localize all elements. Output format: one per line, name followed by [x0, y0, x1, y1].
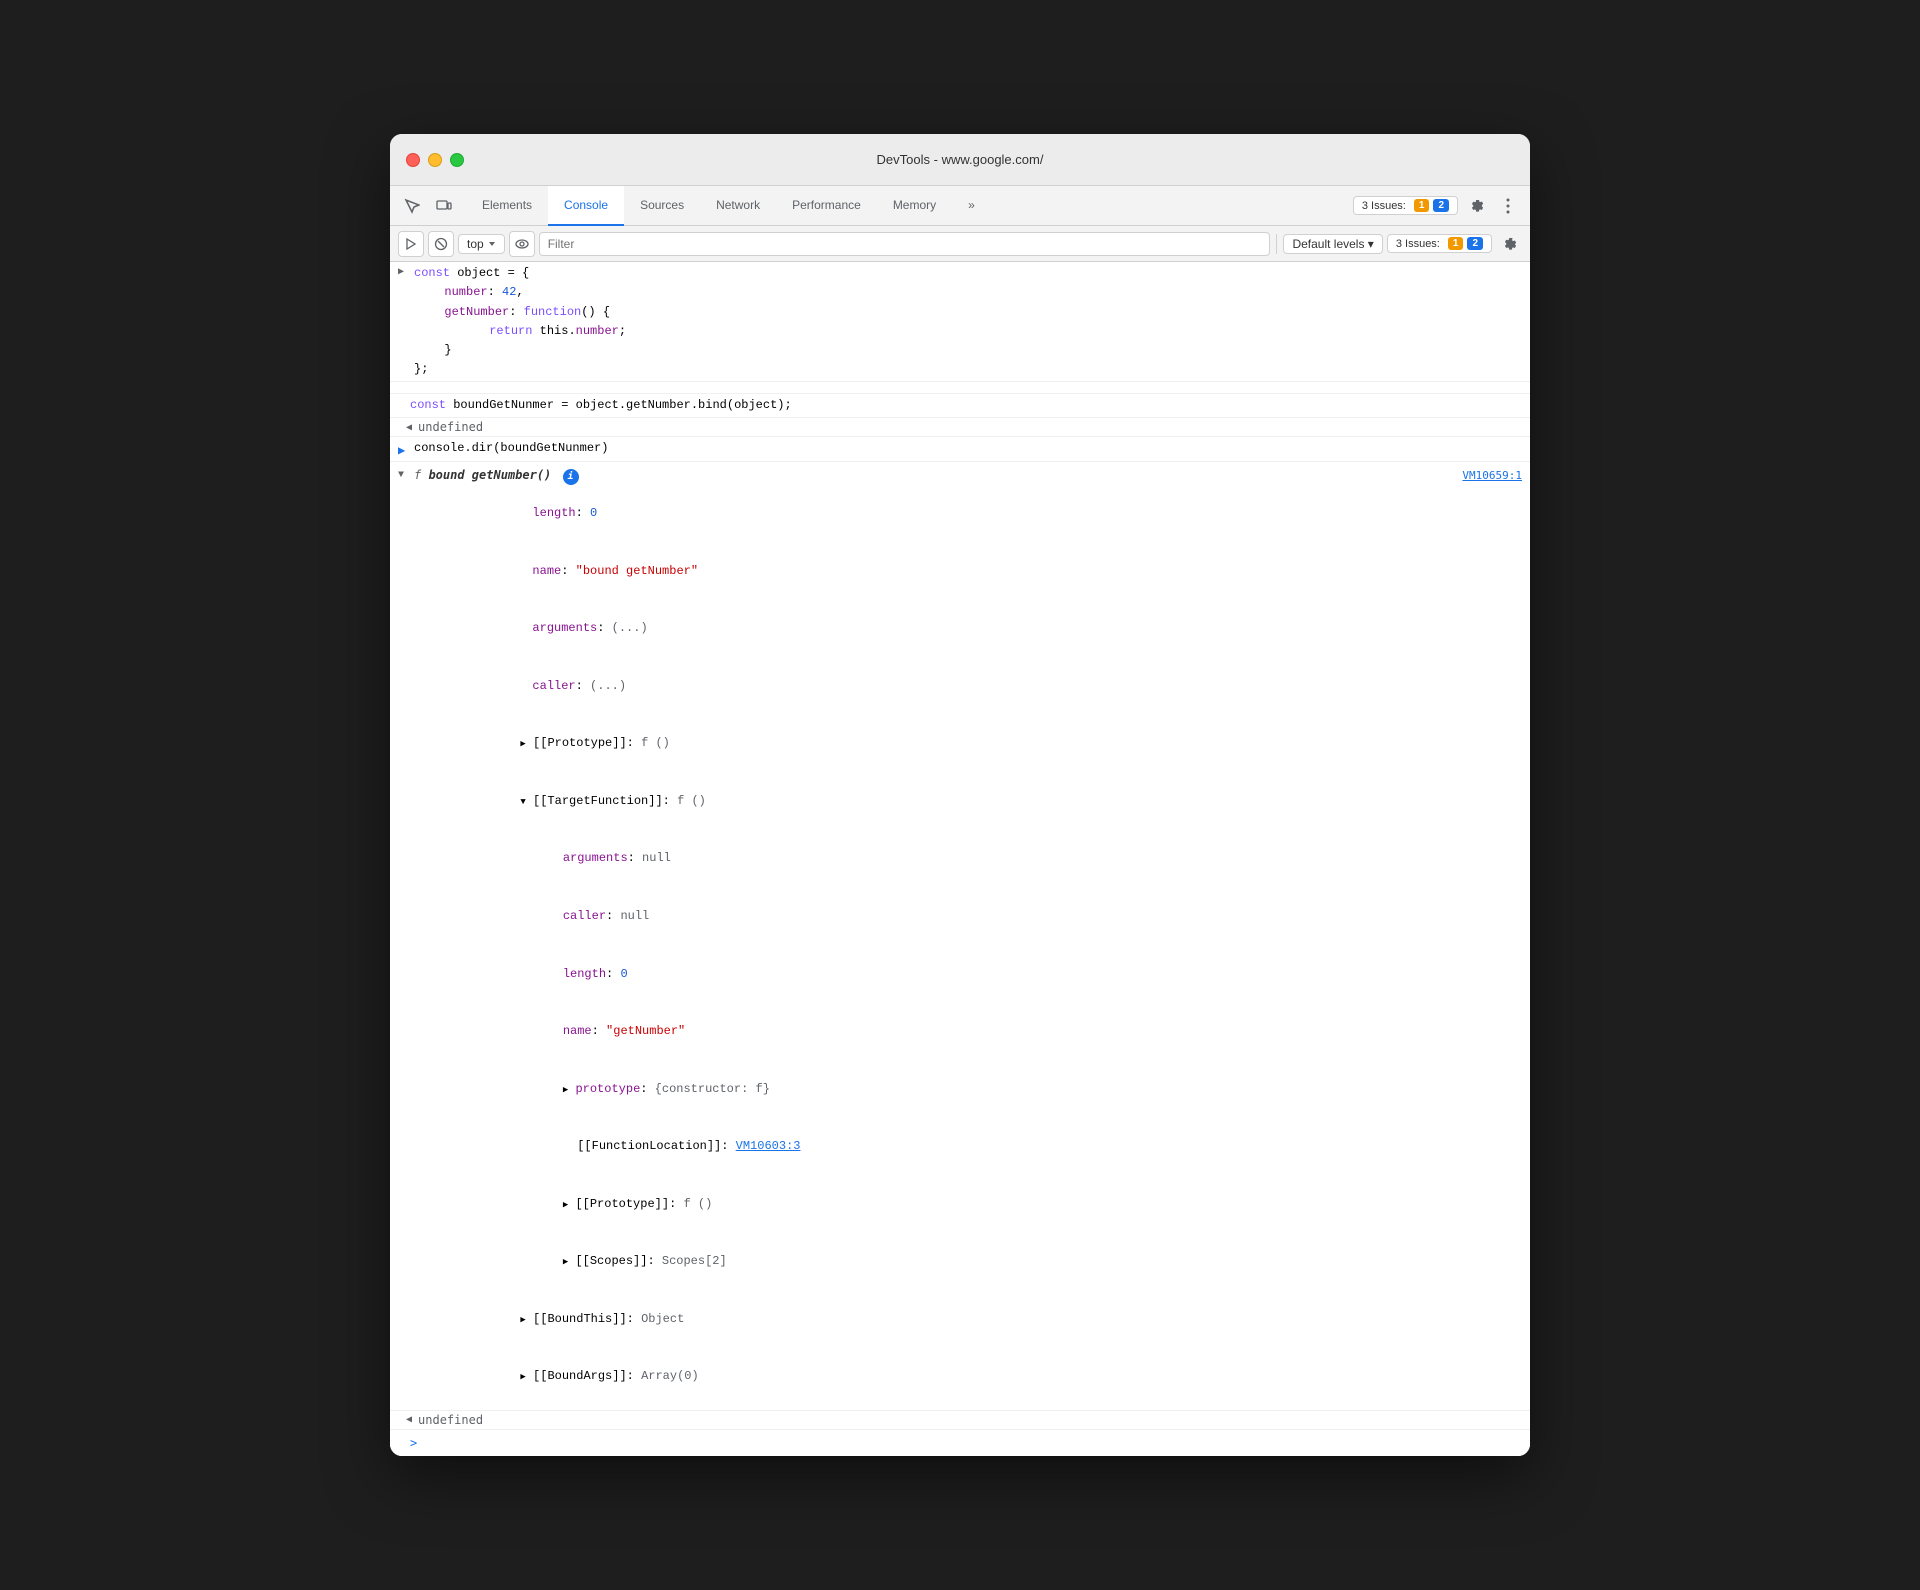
undefined-line-1: ◀ undefined — [390, 418, 1530, 437]
tf-length: length: 0 — [462, 945, 800, 1003]
tabs-right: 3 Issues: 1 2 — [1353, 192, 1522, 220]
log-levels-button[interactable]: Default levels ▾ — [1283, 234, 1382, 254]
tf-scopes[interactable]: ▶ [[Scopes]]: Scopes[2] — [462, 1233, 800, 1291]
console-entry-object: ▶ const object = { number: 42, getNumber… — [390, 262, 1530, 382]
console-output: ▶ const object = { number: 42, getNumber… — [390, 262, 1530, 1456]
prop-bound-this[interactable]: ▶ [[BoundThis]]: Object — [430, 1291, 800, 1349]
execute-script-icon[interactable] — [398, 231, 424, 257]
expand-arrow[interactable]: ▶ — [398, 265, 404, 281]
prop-targetfunction-expanded[interactable]: ▼ [[TargetFunction]]: f () — [430, 773, 800, 831]
window-title: DevTools - www.google.com/ — [877, 152, 1044, 167]
undefined-line-2: ◀ undefined — [390, 1411, 1530, 1430]
prop-prototype-collapsed[interactable]: ▶ [[Prototype]]: f () — [430, 715, 800, 773]
console-entry-dir: ▶ console.dir(boundGetNunmer) — [390, 437, 1530, 461]
tab-icons — [398, 192, 458, 220]
tf-inner-prototype[interactable]: ▶ [[Prototype]]: f () — [462, 1176, 800, 1234]
console-settings-icon[interactable] — [1496, 231, 1522, 257]
object-properties: length: 0 name: "bound getNumber" argume… — [414, 485, 800, 1406]
maximize-button[interactable] — [450, 153, 464, 167]
close-button[interactable] — [406, 153, 420, 167]
collapse-arrow[interactable]: ▼ — [398, 468, 404, 484]
object-header-row: ▼ f bound getNumber() i VM10659:1 — [414, 466, 1522, 485]
settings-icon[interactable] — [1462, 192, 1490, 220]
tf-name: name: "getNumber" — [462, 1003, 800, 1061]
more-options-icon[interactable] — [1494, 192, 1522, 220]
console-entry-object-expanded: ▼ f bound getNumber() i VM10659:1 length… — [390, 462, 1530, 1411]
tab-performance[interactable]: Performance — [776, 186, 877, 226]
target-function-props: arguments: null caller: null length: 0 n… — [430, 830, 800, 1291]
prop-caller: caller: (...) — [430, 658, 800, 716]
tf-prototype[interactable]: ▶ prototype: {constructor: f} — [462, 1060, 800, 1118]
entry-content: const object = { number: 42, getNumber: … — [414, 264, 1522, 379]
device-toggle-icon[interactable] — [430, 192, 458, 220]
prop-bound-args[interactable]: ▶ [[BoundArgs]]: Array(0) — [430, 1348, 800, 1406]
prop-name: name: "bound getNumber" — [430, 542, 800, 600]
minimize-button[interactable] — [428, 153, 442, 167]
tab-memory[interactable]: Memory — [877, 186, 952, 226]
issues-badge[interactable]: 3 Issues: 1 2 — [1353, 196, 1458, 215]
console-prompt[interactable]: > — [390, 1430, 1530, 1456]
context-selector[interactable]: top — [458, 234, 505, 254]
eye-icon[interactable] — [509, 231, 535, 257]
function-location-link[interactable]: VM10603:3 — [736, 1139, 801, 1153]
info-icon[interactable]: i — [563, 469, 579, 485]
console-entry-bind: const boundGetNunmer = object.getNumber.… — [390, 394, 1530, 418]
info-badge: 2 — [1433, 199, 1449, 212]
toolbar-issues-badge[interactable]: 3 Issues: 1 2 — [1387, 234, 1492, 253]
tf-function-location: [[FunctionLocation]]: VM10603:3 — [462, 1118, 800, 1176]
tf-arguments: arguments: null — [462, 830, 800, 888]
clear-console-icon[interactable] — [428, 231, 454, 257]
inspect-icon[interactable] — [398, 192, 426, 220]
warning-badge: 1 — [1414, 199, 1430, 212]
tab-sources[interactable]: Sources — [624, 186, 700, 226]
tabs-bar: Elements Console Sources Network Perform… — [390, 186, 1530, 226]
tab-elements[interactable]: Elements — [466, 186, 548, 226]
tab-network[interactable]: Network — [700, 186, 776, 226]
titlebar: DevTools - www.google.com/ — [390, 134, 1530, 186]
console-toolbar: top Default levels ▾ 3 Issues: 1 2 — [390, 226, 1530, 262]
devtools-panel: Elements Console Sources Network Perform… — [390, 186, 1530, 1456]
toolbar-info-badge: 2 — [1467, 237, 1483, 250]
tabs-list: Elements Console Sources Network Perform… — [466, 186, 1353, 226]
prop-length: length: 0 — [430, 485, 800, 543]
vm-link-1[interactable]: VM10659:1 — [1462, 467, 1522, 485]
tab-more[interactable]: » — [952, 186, 991, 226]
toolbar-warning-badge: 1 — [1448, 237, 1464, 250]
tf-caller: caller: null — [462, 888, 800, 946]
devtools-window: DevTools - www.google.com/ — [390, 134, 1530, 1456]
traffic-lights — [406, 153, 464, 167]
toolbar-divider — [1276, 234, 1277, 254]
prop-arguments: arguments: (...) — [430, 600, 800, 658]
tab-console[interactable]: Console — [548, 186, 624, 226]
entry-content-bind: const boundGetNunmer = object.getNumber.… — [410, 396, 1522, 415]
entry-content-dir: console.dir(boundGetNunmer) — [414, 439, 1522, 458]
filter-input[interactable] — [539, 232, 1271, 256]
blank-line — [390, 382, 1530, 394]
